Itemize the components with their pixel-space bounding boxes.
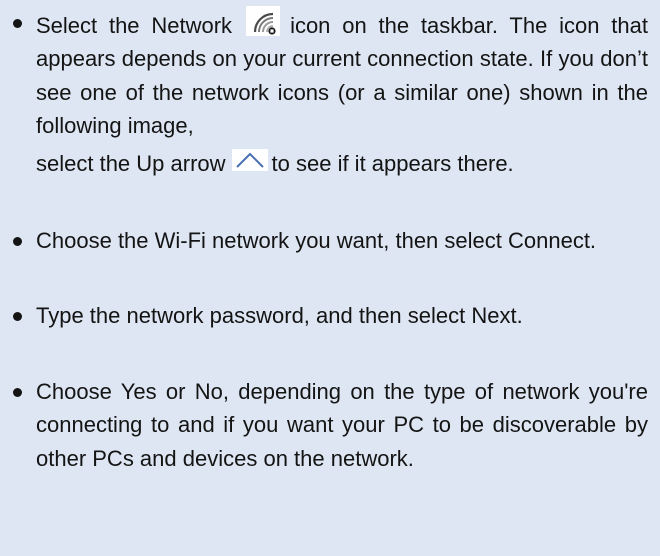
item-3-text: Type the network password, and then sele… (36, 303, 523, 329)
list-item-select-network: Select the Network icon on the taskbar. … (12, 6, 648, 180)
bullet-icon (13, 19, 22, 28)
up-arrow-icon (231, 147, 268, 171)
list-item-choose-discoverable: Choose Yes or No, depending on the type … (12, 375, 648, 475)
item-1-text-start: Select the Network (36, 13, 233, 38)
bullet-icon (13, 387, 22, 397)
item-1-text-arrow-before: select the Up arrow (36, 150, 226, 176)
instruction-list: Select the Network icon on the taskbar. … (12, 6, 648, 475)
item-1-text-end: to see if it appears there. (271, 150, 514, 176)
list-item-choose-network: Choose the Wi-Fi network you want, then … (12, 224, 648, 257)
item-4-text: Choose Yes or No, depending on the type … (36, 378, 648, 471)
bullet-icon (13, 312, 22, 322)
list-item-type-password: Type the network password, and then sele… (12, 299, 648, 332)
bullet-icon (13, 237, 22, 247)
item-2-text: Choose the Wi-Fi network you want, then … (36, 228, 597, 254)
wifi-network-icon (246, 6, 281, 36)
document-page: Select the Network icon on the taskbar. … (0, 0, 660, 556)
